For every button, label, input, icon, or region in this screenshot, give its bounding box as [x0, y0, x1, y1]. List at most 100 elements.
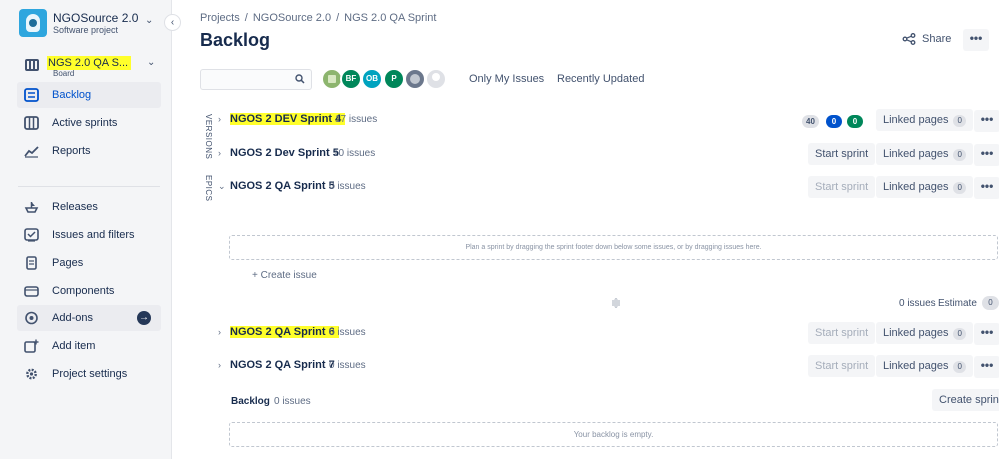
- columns-icon: [24, 116, 39, 130]
- estimate-value: 0: [982, 296, 999, 310]
- create-sprint-button[interactable]: Create sprint: [932, 389, 999, 411]
- sprint-more-button[interactable]: •••: [974, 356, 999, 378]
- start-sprint-button[interactable]: Start sprint: [808, 322, 876, 344]
- sprint-more-button[interactable]: •••: [974, 177, 999, 199]
- sprint-row[interactable]: › NGOS 2 DEV Sprint 4 17 issues 40 0 0 L…: [218, 109, 999, 133]
- page-icon: [26, 256, 37, 270]
- chart-icon: [24, 146, 39, 158]
- project-header[interactable]: NGOSource 2.0 Software project ⌄: [19, 9, 169, 39]
- sidebar-item-add-ons[interactable]: Add-ons →: [17, 305, 161, 331]
- chevron-right-icon[interactable]: ›: [218, 327, 221, 337]
- arrow-right-icon[interactable]: →: [137, 311, 151, 325]
- avatar-default[interactable]: [425, 68, 447, 90]
- sidebar-item-add-item[interactable]: Add item: [17, 333, 161, 359]
- sprint-name: NGOS 2 QA Sprint 6: [230, 326, 339, 338]
- project-sidebar: NGOSource 2.0 Software project ⌄ NGS 2.0…: [0, 0, 172, 459]
- sidebar-item-reports[interactable]: Reports: [17, 138, 161, 164]
- sprint-issue-count: 17 issues: [335, 114, 378, 125]
- quick-filter-only-my-issues[interactable]: Only My Issues: [469, 73, 544, 85]
- backlog-empty-dropzone[interactable]: Your backlog is empty.: [229, 422, 998, 447]
- search-box: [200, 69, 312, 90]
- tab-epics[interactable]: EPICS: [204, 175, 213, 202]
- sprint-more-button[interactable]: •••: [974, 323, 999, 345]
- share-button[interactable]: Share: [922, 33, 951, 45]
- breadcrumb-item[interactable]: Projects: [200, 12, 240, 24]
- chevron-right-icon[interactable]: ›: [218, 148, 221, 158]
- sprint-issue-count: 0 issues: [329, 327, 366, 338]
- settings-icon: [26, 368, 37, 380]
- search-input[interactable]: [201, 70, 291, 90]
- sprint-row[interactable]: ⌄ NGOS 2 QA Sprint 5 0 issues Start spri…: [218, 176, 999, 200]
- chevron-right-icon[interactable]: ›: [218, 360, 221, 370]
- filter-icon: [24, 228, 39, 242]
- board-type: Board: [53, 69, 75, 78]
- linked-pages-button[interactable]: Linked pages 0: [876, 143, 973, 165]
- collapse-sidebar-button[interactable]: ‹: [164, 14, 181, 31]
- chevron-down-icon[interactable]: ⌄: [147, 57, 155, 68]
- linked-pages-count: 0: [953, 115, 966, 127]
- search-icon: [295, 74, 305, 84]
- share-icon[interactable]: [902, 33, 916, 45]
- badge-todo: 40: [802, 115, 819, 128]
- avatar-bf[interactable]: BF: [340, 68, 362, 90]
- sprint-dropzone[interactable]: Plan a sprint by dragging the sprint foo…: [229, 235, 998, 260]
- estimate-label: Estimate: [938, 298, 977, 309]
- add-item-icon: [24, 339, 39, 353]
- sprint-footer-issues: 0 issues: [899, 298, 936, 309]
- sidebar-item-project-settings[interactable]: Project settings: [17, 361, 161, 387]
- sidebar-item-pages[interactable]: Pages: [17, 250, 161, 276]
- sidebar-item-active-sprints[interactable]: Active sprints: [17, 110, 161, 136]
- linked-pages-button[interactable]: Linked pages 0: [876, 355, 973, 377]
- create-issue-link[interactable]: + Create issue: [252, 270, 317, 281]
- breadcrumb-item[interactable]: NGS 2.0 QA Sprint: [344, 12, 436, 24]
- sidebar-item-components[interactable]: Components: [17, 278, 161, 304]
- sidebar-item-backlog[interactable]: Backlog: [17, 82, 161, 108]
- sidebar-item-issues-and-filters[interactable]: Issues and filters: [17, 222, 161, 248]
- badge-in-progress: 0: [826, 115, 842, 128]
- sidebar-item-releases[interactable]: Releases: [17, 194, 161, 220]
- start-sprint-button[interactable]: Start sprint: [808, 355, 876, 377]
- chevron-down-icon[interactable]: ⌄: [145, 15, 153, 26]
- linked-pages-button[interactable]: Linked pages 0: [876, 176, 973, 198]
- start-sprint-button[interactable]: Start sprint: [808, 176, 876, 198]
- sidebar-item-label: Components: [52, 285, 115, 297]
- avatar-p[interactable]: P: [383, 68, 405, 90]
- more-options-button[interactable]: •••: [963, 29, 989, 51]
- quick-filter-recently-updated[interactable]: Recently Updated: [557, 73, 644, 85]
- backlog-icon: [24, 88, 39, 102]
- sidebar-item-label: Pages: [52, 257, 84, 269]
- linked-pages-count: 0: [953, 361, 966, 373]
- linked-pages-count: 0: [953, 328, 966, 340]
- breadcrumb-separator: /: [244, 12, 248, 24]
- project-avatar-icon: [19, 9, 47, 37]
- sprint-row[interactable]: › NGOS 2 QA Sprint 7 0 issues Start spri…: [218, 355, 999, 379]
- breadcrumb: Projects / NGOSource 2.0 / NGS 2.0 QA Sprint: [200, 12, 436, 24]
- linked-pages-button[interactable]: Linked pages 0: [876, 322, 973, 344]
- sprint-row[interactable]: › NGOS 2 QA Sprint 6 0 issues Start spri…: [218, 322, 999, 346]
- linked-pages-count: 0: [953, 149, 966, 161]
- drag-handle-icon[interactable]: [611, 298, 621, 308]
- chevron-down-icon[interactable]: ⌄: [218, 181, 226, 192]
- linked-pages-count: 0: [953, 182, 966, 194]
- chevron-right-icon[interactable]: ›: [218, 114, 221, 124]
- sidebar-item-label: Reports: [52, 145, 91, 157]
- board-selector[interactable]: NGS 2.0 QA S... Board ⌄: [19, 53, 169, 79]
- tab-versions[interactable]: VERSIONS: [204, 114, 213, 159]
- sidebar-divider: [18, 186, 160, 187]
- breadcrumb-item[interactable]: NGOSource 2.0: [253, 12, 331, 24]
- board-name: NGS 2.0 QA S...: [47, 56, 132, 70]
- linked-pages-label: Linked pages: [883, 181, 949, 193]
- sidebar-item-label: Releases: [52, 201, 98, 213]
- component-icon: [24, 286, 39, 297]
- avatar-ob[interactable]: OB: [361, 68, 383, 90]
- sprint-more-button[interactable]: •••: [974, 110, 999, 132]
- sprint-row[interactable]: › NGOS 2 Dev Sprint 5 10 issues Start sp…: [218, 143, 999, 167]
- backlog-title: Backlog: [231, 396, 270, 407]
- backlog-issue-count: 0 issues: [274, 396, 311, 407]
- start-sprint-button[interactable]: Start sprint: [808, 143, 876, 165]
- linked-pages-button[interactable]: Linked pages 0: [876, 109, 973, 131]
- sprint-name: NGOS 2 QA Sprint 5: [230, 180, 335, 192]
- sprint-more-button[interactable]: •••: [974, 144, 999, 166]
- avatar-photo[interactable]: [404, 68, 426, 90]
- addon-icon: [25, 311, 38, 325]
